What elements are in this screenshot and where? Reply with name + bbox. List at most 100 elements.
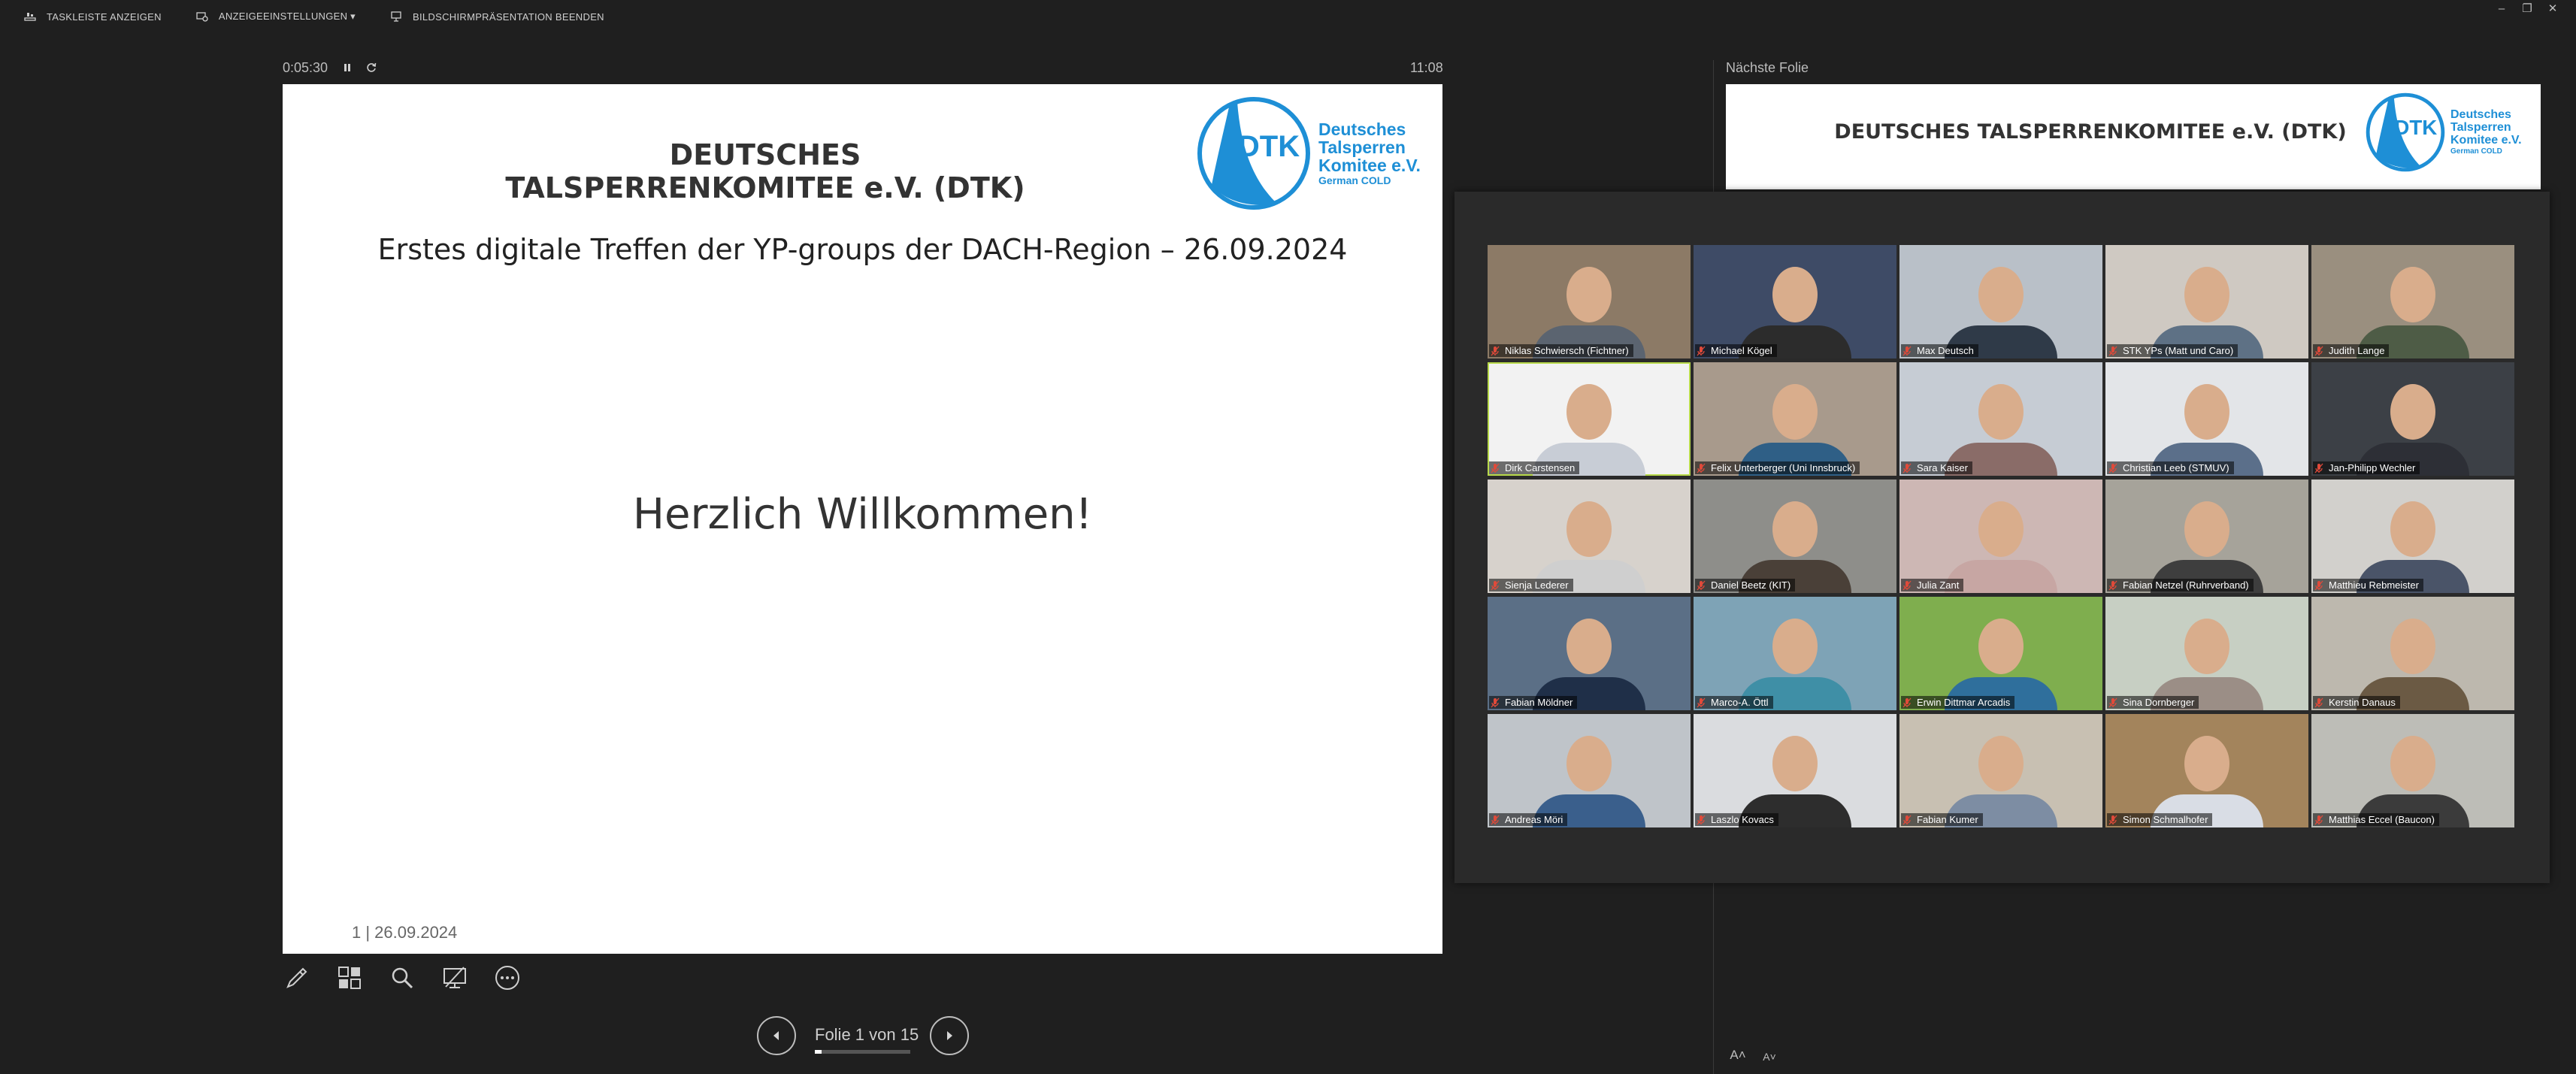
- muted-mic-icon: [1902, 580, 1912, 590]
- reset-timer-button[interactable]: [362, 59, 380, 77]
- display-settings-button[interactable]: ANZEIGEEINSTELLUNGEN ▾: [195, 9, 356, 24]
- participant-tile[interactable]: STK YPs (Matt und Caro): [2105, 245, 2308, 359]
- muted-mic-icon: [1697, 580, 1706, 590]
- participant-tile[interactable]: Judith Lange: [2311, 245, 2514, 359]
- participant-tile[interactable]: Simon Schmalhofer: [2105, 714, 2308, 827]
- participant-name-bar: Fabian Kumer: [1901, 813, 1983, 826]
- next-slide-preview[interactable]: DEUTSCHES TALSPERRENKOMITEE e.V. (DTK) D…: [1726, 84, 2541, 189]
- zoom-button[interactable]: [385, 961, 419, 995]
- current-slide[interactable]: DEUTSCHES TALSPERRENKOMITEE e.V. (DTK) D…: [283, 84, 1442, 954]
- muted-mic-icon: [1491, 815, 1500, 824]
- muted-mic-icon: [1697, 463, 1706, 473]
- muted-mic-icon: [2108, 815, 2117, 824]
- participant-face: [1566, 619, 1612, 675]
- participant-name-bar: Niklas Schwiersch (Fichtner): [1489, 344, 1633, 357]
- logo-line-3: Komitee e.V.: [1318, 156, 1421, 176]
- participant-name-bar: Erwin Dittmar Arcadis: [1901, 696, 2015, 709]
- participant-face: [2390, 736, 2435, 792]
- participant-tile[interactable]: Fabian Möldner: [1488, 597, 1691, 710]
- participant-tile[interactable]: Fabian Kumer: [1899, 714, 2102, 827]
- svg-text:DTK: DTK: [2394, 116, 2437, 139]
- participant-tile[interactable]: Marco-A. Öttl: [1694, 597, 1896, 710]
- participant-name-bar: Sara Kaiser: [1901, 461, 1972, 474]
- muted-mic-icon: [1697, 815, 1706, 824]
- participant-face: [1772, 736, 1818, 792]
- decrease-font-button[interactable]: A˅: [1758, 1040, 1781, 1063]
- participant-name-bar: Daniel Beetz (KIT): [1695, 579, 1796, 591]
- participant-name-bar: Jan-Philipp Wechler: [2313, 461, 2420, 474]
- muted-mic-icon: [1491, 346, 1500, 355]
- participant-name: Sienja Lederer: [1505, 579, 1569, 591]
- close-button[interactable]: ✕: [2540, 0, 2565, 17]
- participant-name: Michael Kögel: [1711, 345, 1772, 356]
- participant-face: [1772, 384, 1818, 440]
- screen-off-icon: [443, 967, 466, 988]
- participant-tile[interactable]: Niklas Schwiersch (Fichtner): [1488, 245, 1691, 359]
- logo-line-2: Talsperren: [1318, 137, 1406, 157]
- presenter-tools: [280, 961, 543, 995]
- increase-font-button[interactable]: A˄: [1727, 1040, 1749, 1063]
- next-slide-button[interactable]: [930, 1016, 969, 1055]
- pause-timer-button[interactable]: [338, 59, 356, 77]
- participant-name: Erwin Dittmar Arcadis: [1917, 697, 2011, 708]
- dtk-logo-icon-small: DTK: [2366, 92, 2445, 172]
- participant-face: [1978, 736, 2024, 792]
- participant-name-bar: Max Deutsch: [1901, 344, 1978, 357]
- logo-line-1: Deutsches: [1318, 119, 1406, 139]
- minimize-button[interactable]: –: [2489, 0, 2514, 17]
- participant-face: [1978, 619, 2024, 675]
- slide-header: DEUTSCHES TALSPERRENKOMITEE e.V. (DTK): [505, 138, 1025, 204]
- participant-face: [2390, 619, 2435, 675]
- participant-tile[interactable]: Jan-Philipp Wechler: [2311, 362, 2514, 476]
- participant-tile[interactable]: Matthias Eccel (Baucon): [2311, 714, 2514, 827]
- participant-name: Andreas Möri: [1505, 814, 1563, 825]
- participant-tile[interactable]: Dirk Carstensen: [1488, 362, 1691, 476]
- restore-button[interactable]: ❐: [2514, 0, 2540, 17]
- muted-mic-icon: [2108, 580, 2117, 590]
- participant-tile[interactable]: Andreas Möri: [1488, 714, 1691, 827]
- black-screen-button[interactable]: [437, 961, 472, 995]
- display-settings-label: ANZEIGEEINSTELLUNGEN ▾: [218, 11, 356, 22]
- see-all-slides-button[interactable]: [332, 961, 367, 995]
- participant-name-bar: Kerstin Danaus: [2313, 696, 2400, 709]
- muted-mic-icon: [1697, 697, 1706, 707]
- participant-tile[interactable]: Laszlo Kovacs: [1694, 714, 1896, 827]
- muted-mic-icon: [2108, 697, 2117, 707]
- participant-tile[interactable]: Fabian Netzel (Ruhrverband): [2105, 480, 2308, 593]
- participant-face: [2390, 384, 2435, 440]
- participant-tile[interactable]: Christian Leeb (STMUV): [2105, 362, 2308, 476]
- participant-tile[interactable]: Erwin Dittmar Arcadis: [1899, 597, 2102, 710]
- next-slide-logo: DTK Deutsches Talsperren Komitee e.V. Ge…: [2365, 92, 2522, 173]
- participant-name: Judith Lange: [2329, 345, 2385, 356]
- participant-tile[interactable]: Max Deutsch: [1899, 245, 2102, 359]
- end-slideshow-icon: [389, 9, 404, 24]
- more-options-button[interactable]: [490, 961, 525, 995]
- participant-name: Christian Leeb (STMUV): [2123, 462, 2229, 473]
- arrow-left-icon: [773, 1031, 779, 1040]
- pen-tool-button[interactable]: [280, 961, 314, 995]
- participant-tile[interactable]: Julia Zant: [1899, 480, 2102, 593]
- participant-tile[interactable]: Kerstin Danaus: [2311, 597, 2514, 710]
- video-conference-window[interactable]: Niklas Schwiersch (Fichtner) Michael Köge…: [1454, 192, 2550, 883]
- muted-mic-icon: [2314, 346, 2323, 355]
- participant-tile[interactable]: Sina Dornberger: [2105, 597, 2308, 710]
- window-controls: – ❐ ✕: [2489, 0, 2565, 17]
- muted-mic-icon: [1902, 815, 1912, 824]
- participant-tile[interactable]: Sara Kaiser: [1899, 362, 2102, 476]
- display-settings-icon: [195, 9, 210, 24]
- end-slideshow-button[interactable]: BILDSCHIRMPRÄSENTATION BEENDEN: [389, 9, 604, 24]
- participant-tile[interactable]: Michael Kögel: [1694, 245, 1896, 359]
- show-taskbar-button[interactable]: TASKLEISTE ANZEIGEN: [23, 9, 162, 24]
- reset-icon: [367, 62, 377, 72]
- participant-tile[interactable]: Daniel Beetz (KIT): [1694, 480, 1896, 593]
- participant-tile[interactable]: Sienja Lederer: [1488, 480, 1691, 593]
- participant-face: [2184, 736, 2229, 792]
- participant-name: STK YPs (Matt und Caro): [2123, 345, 2234, 356]
- muted-mic-icon: [1697, 346, 1706, 355]
- participant-tile[interactable]: Matthieu Rebmeister: [2311, 480, 2514, 593]
- participant-name-bar: Julia Zant: [1901, 579, 1964, 591]
- participant-face: [1772, 267, 1818, 323]
- font-decrease-icon: A˅: [1763, 1051, 1776, 1063]
- previous-slide-button[interactable]: [757, 1016, 796, 1055]
- participant-tile[interactable]: Felix Unterberger (Uni Innsbruck): [1694, 362, 1896, 476]
